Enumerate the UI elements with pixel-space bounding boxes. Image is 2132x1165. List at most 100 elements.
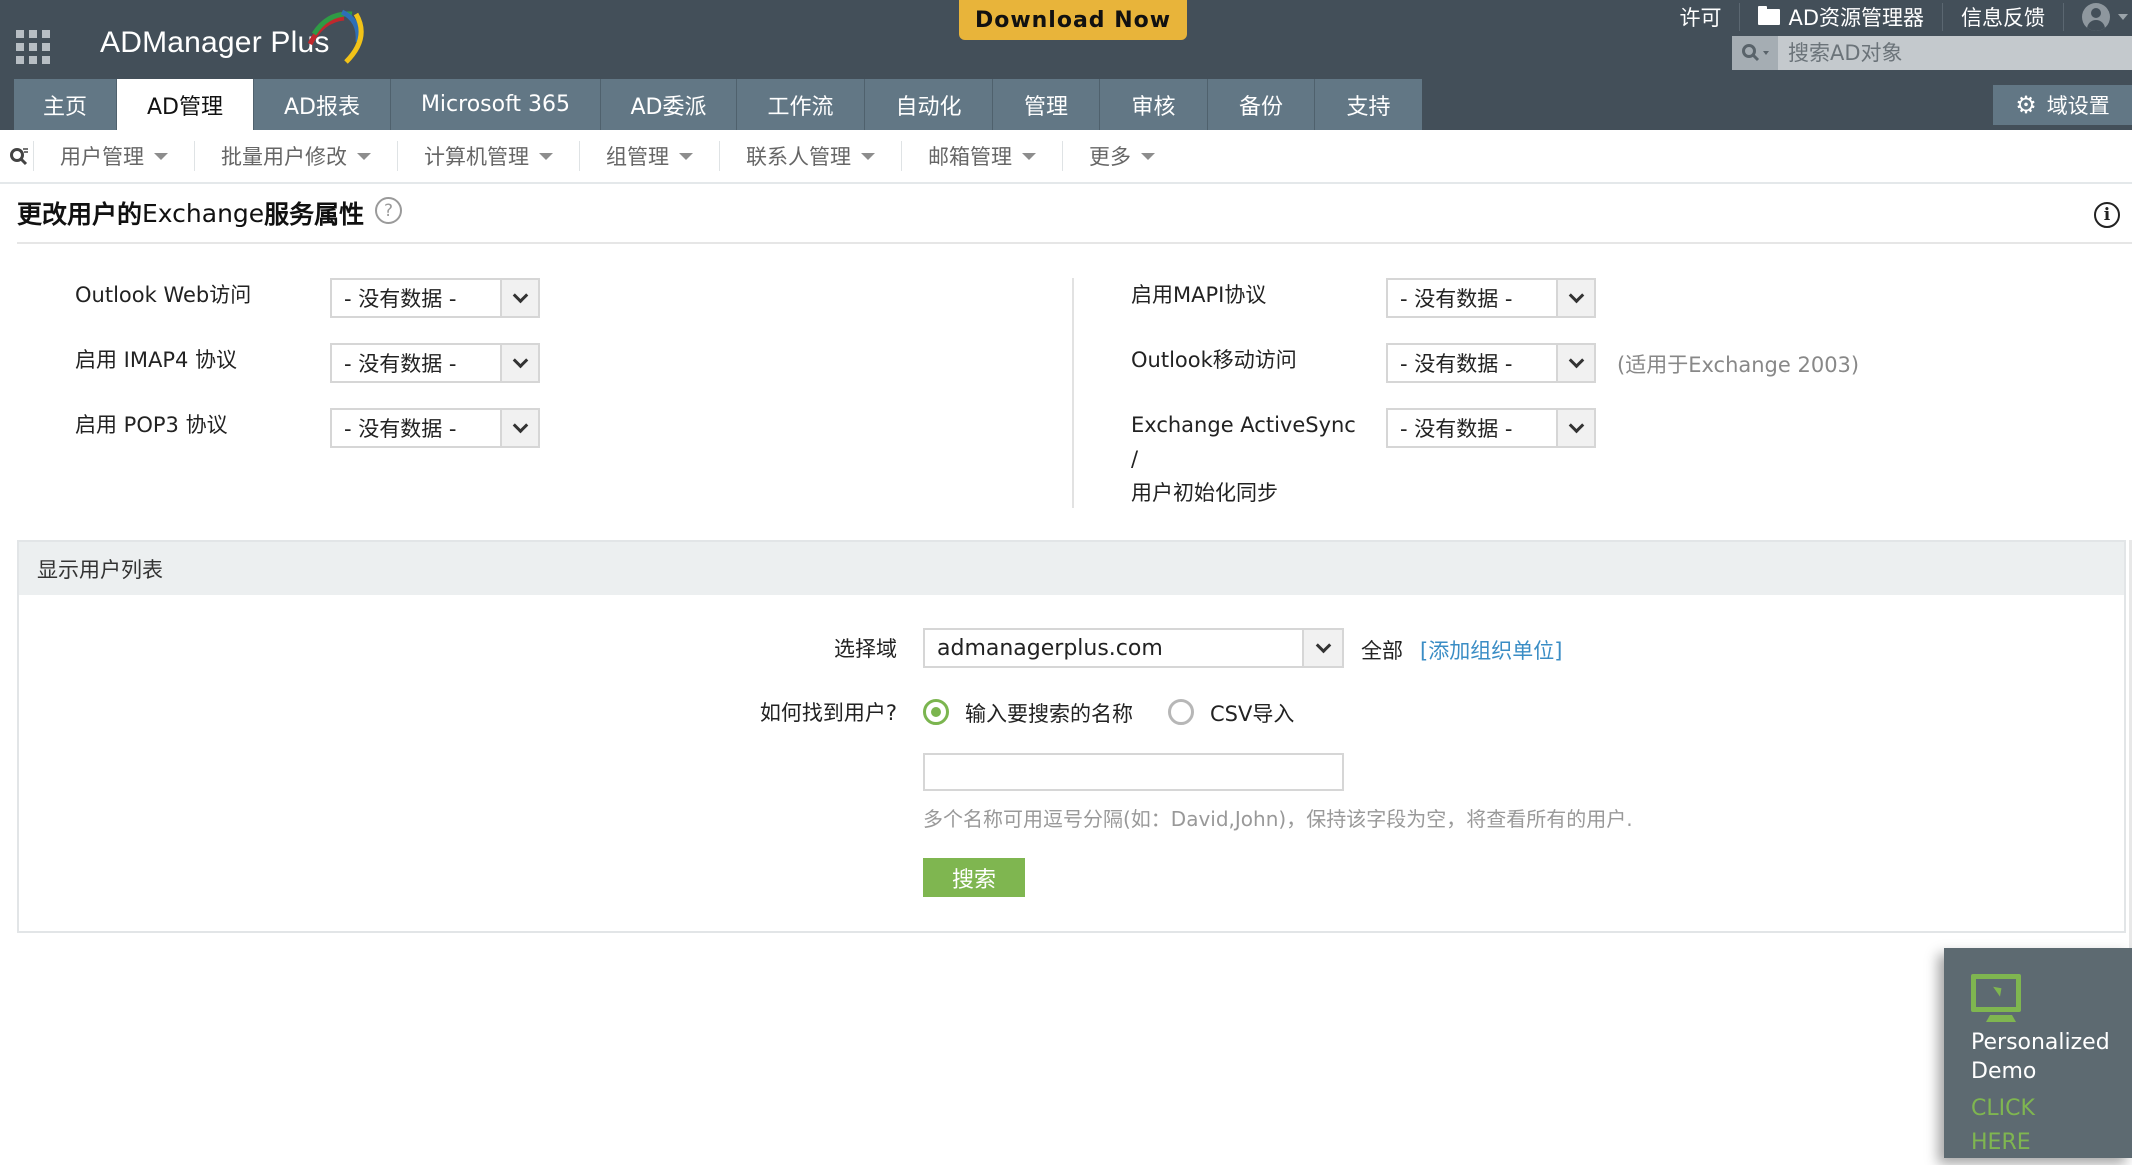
domain-select[interactable]: admanagerplus.com	[923, 628, 1344, 668]
tab-support[interactable]: 支持	[1315, 79, 1422, 130]
subnav-search-button[interactable]	[4, 141, 34, 171]
mapi-select[interactable]: - 没有数据 -	[1386, 278, 1596, 318]
caret-down-icon	[1763, 51, 1769, 55]
tab-automation[interactable]: 自动化	[865, 79, 993, 130]
user-avatar-icon	[2082, 3, 2110, 31]
subnav-label: 计算机管理	[424, 145, 529, 169]
demo-cta-line: HERE	[1971, 1130, 2031, 1155]
caret-down-icon	[357, 152, 371, 160]
tab-workflow[interactable]: 工作流	[737, 79, 865, 130]
tab-ad-management[interactable]: AD管理	[117, 79, 254, 130]
chevron-down-icon	[1302, 630, 1342, 666]
feedback-link[interactable]: 信息反馈	[1943, 3, 2064, 31]
subnav-computer-management[interactable]: 计算机管理	[398, 141, 580, 171]
title-text: 更改用户的	[17, 200, 143, 229]
outlook-web-access-label: Outlook Web访问	[75, 283, 252, 307]
select-value: - 没有数据 -	[344, 417, 457, 441]
activesync-label-line: /	[1131, 447, 1139, 471]
activesync-select[interactable]: - 没有数据 -	[1386, 408, 1596, 448]
user-names-input[interactable]	[923, 753, 1344, 791]
caret-down-icon	[679, 152, 693, 160]
search-input[interactable]	[1778, 36, 2132, 70]
radio-csv-import-label[interactable]: CSV导入	[1210, 698, 1294, 728]
tab-backup[interactable]: 备份	[1208, 79, 1315, 130]
names-hint: 多个名称可用逗号分隔(如：David,John)，保持该字段为空，将查看所有的用…	[923, 807, 1633, 831]
help-icon[interactable]: ?	[375, 197, 402, 224]
subnav-user-management[interactable]: 用户管理	[34, 141, 195, 171]
outlook-mobile-access-select[interactable]: - 没有数据 -	[1386, 343, 1596, 383]
page-title: 更改用户的 Exchange 服务属性	[17, 195, 364, 231]
tab-ad-delegation[interactable]: AD委派	[601, 79, 737, 130]
tab-admin[interactable]: 管理	[993, 79, 1100, 130]
tab-microsoft-365[interactable]: Microsoft 365	[391, 79, 601, 130]
demo-title: Personalized Demo	[1971, 1028, 2132, 1086]
title-text: 服务属性	[264, 200, 365, 229]
app-logo[interactable]: ADManager Plus	[100, 26, 330, 60]
select-domain-label: 选择域	[834, 637, 897, 661]
top-header: ADManager Plus Download Now 许可 AD资源管理器 信…	[0, 0, 2132, 130]
domain-settings-label: 域设置	[2046, 94, 2110, 118]
main-nav: 主页 AD管理 AD报表 Microsoft 365 AD委派 工作流 自动化 …	[14, 79, 1422, 130]
search-type-button[interactable]	[1732, 36, 1778, 70]
imap4-select[interactable]: - 没有数据 -	[330, 343, 540, 383]
folder-icon	[1758, 6, 1781, 25]
search-button[interactable]: 搜索	[923, 858, 1025, 897]
monitor-cursor-icon	[1971, 974, 2021, 1022]
tab-ad-reports[interactable]: AD报表	[254, 79, 391, 130]
select-value: - 没有数据 -	[344, 352, 457, 376]
personalized-demo-widget[interactable]: Personalized Demo CLICK HERE	[1944, 948, 2132, 1158]
caret-down-icon	[154, 152, 168, 160]
chevron-down-icon	[500, 280, 538, 316]
select-value: - 没有数据 -	[344, 287, 457, 311]
domain-settings-button[interactable]: ⚙ 域设置	[1993, 85, 2132, 125]
chevron-down-icon	[1556, 345, 1594, 381]
tab-audit[interactable]: 审核	[1100, 79, 1208, 130]
logo-arc-icon	[307, 9, 364, 64]
subnav-label: 组管理	[606, 145, 669, 169]
gear-icon: ⚙	[2015, 91, 2037, 119]
find-users-label: 如何找到用户?	[759, 701, 897, 725]
column-divider	[1072, 278, 1074, 508]
subnav-more[interactable]: 更多	[1063, 141, 1181, 171]
chevron-down-icon	[500, 410, 538, 446]
app-grid-icon[interactable]	[16, 30, 50, 64]
subnav-bulk-user-modification[interactable]: 批量用户修改	[195, 141, 398, 171]
search-icon	[1742, 44, 1760, 62]
subnav-label: 邮箱管理	[928, 145, 1012, 169]
info-icon[interactable]: i	[2094, 202, 2120, 228]
demo-title-line: Personalized	[1971, 1030, 2110, 1055]
radio-enter-names[interactable]	[923, 699, 949, 725]
ad-explorer-link[interactable]: AD资源管理器	[1740, 3, 1943, 31]
subnav-mailbox-management[interactable]: 邮箱管理	[902, 141, 1063, 171]
imap4-label: 启用 IMAP4 协议	[75, 348, 238, 372]
outlook-web-access-select[interactable]: - 没有数据 -	[330, 278, 540, 318]
chevron-down-icon	[1556, 280, 1594, 316]
exchange-2003-note: (适用于Exchange 2003)	[1617, 353, 1860, 377]
license-link[interactable]: 许可	[1661, 3, 1741, 31]
download-now-button[interactable]: Download Now	[959, 0, 1187, 40]
add-ou-link[interactable]: [添加组织单位]	[1420, 635, 1562, 665]
subnav-contact-management[interactable]: 联系人管理	[720, 141, 902, 171]
user-menu[interactable]	[2064, 3, 2132, 31]
user-list-header: 显示用户列表	[19, 542, 2124, 595]
subnav-label: 用户管理	[60, 145, 144, 169]
caret-down-icon	[539, 152, 553, 160]
pop3-select[interactable]: - 没有数据 -	[330, 408, 540, 448]
subnav-group-management[interactable]: 组管理	[580, 141, 720, 171]
caret-down-icon	[1141, 152, 1155, 160]
radio-csv-import[interactable]	[1168, 699, 1194, 725]
activesync-label-line: 用户初始化同步	[1131, 481, 1278, 505]
demo-title-line: Demo	[1971, 1059, 2037, 1084]
chevron-down-icon	[500, 345, 538, 381]
pop3-label: 启用 POP3 协议	[75, 413, 228, 437]
caret-down-icon	[2118, 14, 2128, 20]
ad-explorer-label: AD资源管理器	[1788, 6, 1924, 30]
radio-enter-names-label[interactable]: 输入要搜索的名称	[965, 698, 1133, 728]
tab-home[interactable]: 主页	[14, 79, 117, 130]
subnav-label: 更多	[1089, 145, 1131, 169]
caret-down-icon	[861, 152, 875, 160]
search-filter-icon	[9, 148, 28, 166]
user-list-panel: 显示用户列表	[17, 540, 2126, 933]
sub-nav: 用户管理 批量用户修改 计算机管理 组管理 联系人管理 邮箱管理 更多	[0, 130, 2132, 184]
demo-cta[interactable]: CLICK HERE	[1971, 1092, 2132, 1160]
